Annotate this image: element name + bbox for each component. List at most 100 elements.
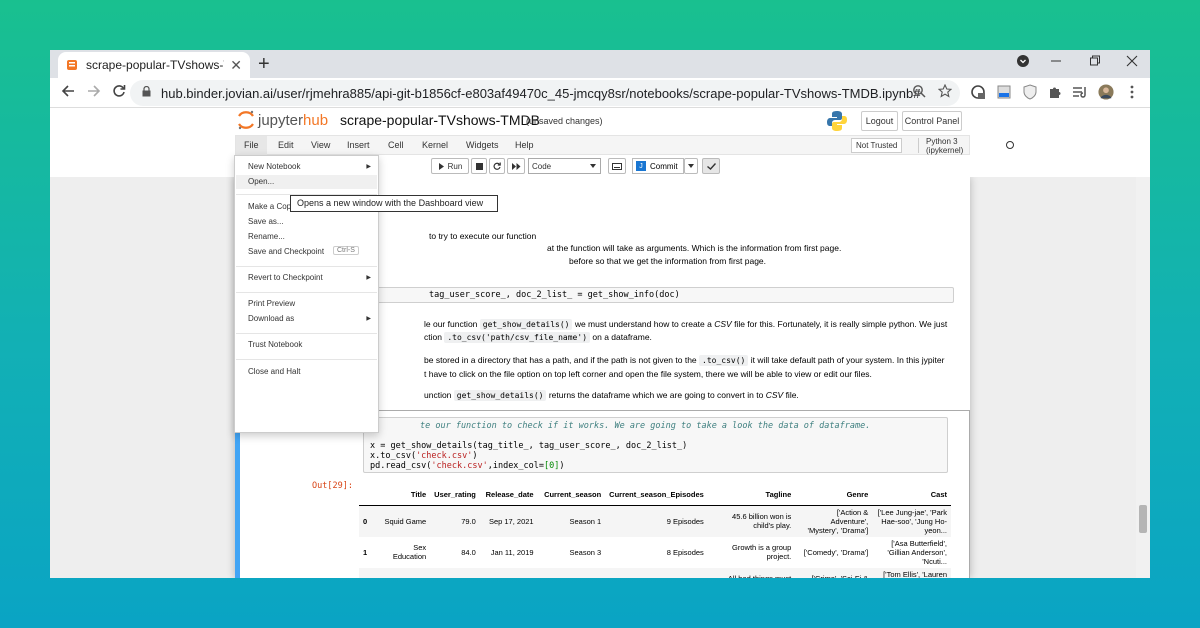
menu-view[interactable]: View (311, 140, 330, 150)
vertical-scrollbar[interactable] (1136, 177, 1150, 578)
restart-run-all-button[interactable] (507, 158, 525, 174)
logout-button[interactable]: Logout (861, 111, 898, 131)
code-input[interactable]: te our function to check if it works. We… (363, 417, 948, 473)
tab-search-icon[interactable] (1016, 54, 1030, 71)
menu-widgets[interactable]: Widgets (466, 140, 499, 150)
control-panel-button[interactable]: Control Panel (902, 111, 962, 131)
extension-shield-icon[interactable] (1022, 84, 1038, 100)
menu-item-open[interactable]: Open... (236, 175, 377, 189)
menu-divider (236, 359, 377, 360)
table-row: 0 Squid Game 79.0 Sep 17, 2021 Season 19 Epi… (359, 505, 951, 537)
tab-close-icon[interactable]: ✕ (230, 57, 242, 74)
menu-divider (918, 138, 919, 153)
menu-item-trust-notebook[interactable]: Trust Notebook (248, 340, 302, 349)
run-button[interactable]: Run (431, 158, 469, 174)
menu-item-rename[interactable]: Rename... (248, 232, 285, 241)
keyboard-icon (612, 162, 622, 170)
new-tab-button[interactable]: + (258, 54, 270, 74)
menu-edit[interactable]: Edit (278, 140, 294, 150)
menu-item-print-preview[interactable]: Print Preview (248, 299, 295, 308)
media-queue-icon[interactable] (1072, 84, 1088, 100)
logo-text-jupyter: jupyter (258, 111, 304, 129)
code-token: ) (472, 451, 478, 461)
forward-icon[interactable] (87, 83, 101, 105)
md-text: file. (783, 390, 799, 400)
submenu-arrow-icon: ▶ (366, 316, 371, 322)
column-header: User_rating (430, 485, 480, 506)
extensions-puzzle-icon[interactable] (1047, 84, 1063, 100)
code-line: pd.read_csv('check.csv',index_col=[0]) (370, 461, 565, 471)
extension-new-icon[interactable] (996, 84, 1012, 100)
table-cell: Season 1 (537, 505, 606, 537)
menu-item-revert-checkpoint[interactable]: Revert to Checkpoint (248, 273, 323, 282)
play-icon (438, 162, 444, 170)
notebook-name[interactable]: scrape-popular-TVshows-TMDB (340, 112, 540, 128)
tab-strip: scrape-popular-TVshows-TMDB ✕ + (50, 50, 1150, 78)
column-header (359, 485, 375, 506)
scrollbar-thumb[interactable] (1139, 505, 1147, 533)
menu-item-save-checkpoint[interactable]: Save and Checkpoint (248, 247, 324, 256)
menu-item-make-a-copy[interactable]: Make a Copy... (248, 202, 290, 211)
close-window-icon[interactable] (1126, 54, 1138, 71)
table-header-row: Title User_rating Release_date Current_seas… (359, 485, 951, 506)
menu-item-close-halt[interactable]: Close and Halt (248, 367, 300, 376)
bookmark-star-icon[interactable] (937, 83, 953, 101)
restart-button[interactable] (489, 158, 505, 174)
command-palette-button[interactable] (608, 158, 626, 174)
md-text: unction (424, 390, 454, 400)
menu-file[interactable]: File (236, 136, 267, 155)
reload-icon[interactable] (112, 83, 126, 105)
output-prompt: Out[29]: (312, 481, 353, 491)
browser-toolbar: hub.binder.jovian.ai/user/rjmehra885/api… (50, 78, 1150, 108)
menu-bar: File Edit View Insert Cell Kernel Widget… (235, 135, 1014, 155)
md-text: ction (424, 332, 445, 342)
back-icon[interactable] (61, 83, 75, 105)
column-header: Current_season_Episodes (605, 485, 708, 506)
menu-item-save-as[interactable]: Save as... (248, 217, 284, 226)
jupyterhub-logo[interactable]: jupyter hub (237, 110, 328, 130)
fast-forward-icon (511, 162, 520, 170)
commit-button[interactable]: J Commit (632, 158, 684, 174)
browser-tab[interactable]: scrape-popular-TVshows-TMDB ✕ (58, 52, 250, 78)
column-header: Release_date (479, 485, 538, 506)
submenu-arrow-icon: ▶ (366, 164, 371, 170)
table-cell: 1 (363, 547, 368, 557)
run-label: Run (447, 161, 463, 171)
restore-icon[interactable] (1089, 54, 1101, 71)
extension-timer-icon[interactable] (970, 84, 986, 100)
menu-help[interactable]: Help (515, 140, 534, 150)
table-cell: 0 (359, 505, 375, 537)
profile-avatar[interactable] (1098, 84, 1114, 100)
code-token: ) (559, 461, 565, 471)
zoom-icon[interactable] (912, 84, 926, 101)
url-text: hub.binder.jovian.ai/user/rjmehra885/api… (161, 85, 921, 101)
menu-item-new-notebook[interactable]: New Notebook (248, 162, 300, 171)
dataframe-table: Title User_rating Release_date Current_seas… (359, 485, 951, 578)
menu-cell[interactable]: Cell (388, 140, 404, 150)
table-cell: ['Asa Butterfield', 'Gillian Anderson', … (887, 538, 947, 566)
submenu-arrow-icon: ▶ (366, 275, 371, 281)
interrupt-button[interactable] (471, 158, 487, 174)
jupyter-logo-icon (238, 110, 254, 130)
menu-item-download-as[interactable]: Download as (248, 314, 294, 323)
cell-type-value: Code (532, 161, 552, 171)
commit-dropdown-button[interactable] (684, 158, 698, 174)
commit-icon: J (636, 161, 646, 171)
menu-kernel[interactable]: Kernel (422, 140, 448, 150)
menu-tooltip: Opens a new window with the Dashboard vi… (290, 195, 498, 212)
table-cell: Lucifer (374, 567, 431, 578)
md-text: returns the dataframe which we are going… (546, 390, 766, 400)
minimize-icon[interactable] (1050, 54, 1062, 71)
toggle-check-button[interactable] (702, 158, 720, 174)
column-header: Current_season (537, 485, 606, 506)
trust-status[interactable]: Not Trusted (851, 138, 903, 153)
cell-type-select[interactable]: Code (528, 158, 601, 174)
menu-insert[interactable]: Insert (347, 140, 370, 150)
table-cell: Season 3 (569, 547, 602, 557)
address-bar[interactable]: hub.binder.jovian.ai/user/rjmehra885/api… (130, 80, 960, 106)
table-cell: 79.0 (430, 505, 480, 537)
tab-title: scrape-popular-TVshows-TMDB (86, 58, 224, 72)
browser-menu-icon[interactable] (1124, 84, 1140, 100)
code-input[interactable]: tag_user_score_, doc_2_list_ = get_show_… (367, 287, 954, 303)
markdown-line: ction .to_csv('path/csv_file_name') on a… (424, 332, 652, 343)
